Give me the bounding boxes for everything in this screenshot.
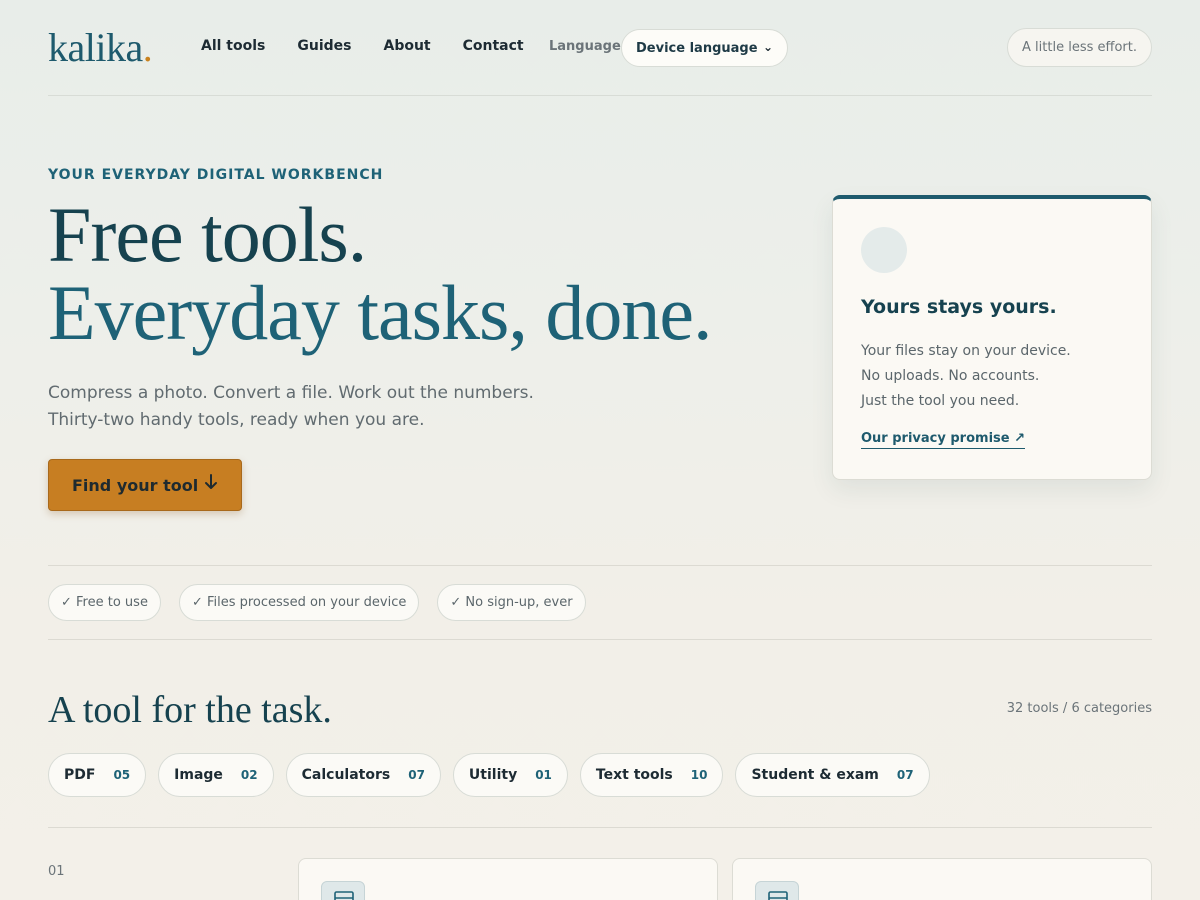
badge-free: ✓ Free to use (48, 584, 161, 621)
privacy-promise-link[interactable]: Our privacy promise ↗ (861, 431, 1025, 449)
hero-title: Free tools. Everyday tasks, done. (48, 196, 712, 356)
divider (48, 639, 1152, 640)
hero-lede-line2: Thirty-two handy tools, ready when you a… (48, 410, 425, 430)
privacy-card: Yours stays yours. Your files stay on yo… (832, 195, 1152, 480)
nav-contact[interactable]: Contact (463, 38, 524, 54)
divider (48, 565, 1152, 566)
badge-on-device: ✓ Files processed on your device (178, 584, 420, 621)
hero-lede: Compress a photo. Convert a file. Work o… (48, 380, 534, 434)
feature-badges: ✓ Free to use ✓ Files processed on your … (48, 584, 586, 621)
tagline-pill: A little less effort. (1007, 28, 1152, 67)
category-count: 07 (896, 768, 914, 782)
category-name: Text tools (595, 767, 673, 783)
document-icon (755, 881, 799, 900)
category-student-exam[interactable]: Student & exam 07 (735, 753, 930, 797)
language-select-value: Device language (636, 40, 758, 56)
privacy-title: Yours stays yours. (861, 296, 1057, 318)
section-number: 01 (48, 864, 65, 879)
privacy-line: Your files stay on your device. (861, 343, 1071, 359)
divider (48, 827, 1152, 828)
privacy-line: Just the tool you need. (861, 393, 1020, 409)
privacy-body: Your files stay on your device. No uploa… (861, 339, 1071, 414)
chevron-down-icon: ⌄ (762, 40, 773, 54)
category-name: Student & exam (751, 767, 879, 783)
category-utility[interactable]: Utility 01 (452, 753, 568, 797)
nav-about[interactable]: About (383, 38, 430, 54)
category-count: 05 (113, 768, 131, 782)
arrow-down-icon (204, 473, 218, 496)
tools-section-title: A tool for the task. (48, 689, 332, 731)
hero-title-line2: Everyday tasks, done. (48, 269, 712, 356)
tools-count: 32 tools / 6 categories (1006, 701, 1152, 716)
category-count: 02 (240, 768, 258, 782)
category-count: 01 (535, 768, 552, 782)
find-tool-label: Find your tool (72, 475, 199, 495)
category-calculators[interactable]: Calculators 07 (285, 753, 441, 797)
category-name: Image (174, 767, 223, 783)
category-text-tools[interactable]: Text tools 10 (579, 753, 724, 797)
language-select[interactable]: Device language ⌄ (621, 29, 788, 67)
category-filters: PDF 05 Image 02 Calculators 07 Utility 01 Te… (48, 753, 930, 797)
category-count: 07 (408, 768, 425, 782)
tool-card[interactable] (732, 858, 1152, 900)
site-header: kalika. All tools Guides About Contact L… (48, 0, 1152, 96)
category-count: 10 (690, 768, 708, 782)
privacy-icon (861, 227, 907, 273)
language-label: Language (549, 39, 621, 54)
category-image[interactable]: Image 02 (158, 753, 274, 797)
main-nav: All tools Guides About Contact (201, 38, 524, 54)
find-tool-button[interactable]: Find your tool (48, 459, 242, 511)
category-name: Utility (468, 767, 518, 783)
hero-title-line1: Free tools. (48, 191, 367, 278)
privacy-line: No uploads. No accounts. (861, 368, 1040, 384)
hero-lede-line1: Compress a photo. Convert a file. Work o… (48, 383, 534, 403)
nav-all-tools[interactable]: All tools (201, 38, 265, 54)
category-name: Calculators (301, 767, 391, 783)
tool-card[interactable] (298, 858, 718, 900)
logo[interactable]: kalika. (48, 24, 153, 71)
hero-eyebrow: YOUR EVERYDAY DIGITAL WORKBENCH (48, 167, 384, 183)
badge-no-signup: ✓ No sign-up, ever (437, 584, 586, 621)
document-icon (321, 881, 365, 900)
category-pdf[interactable]: PDF 05 (48, 753, 147, 797)
nav-guides[interactable]: Guides (297, 38, 351, 54)
category-name: PDF (64, 767, 96, 783)
